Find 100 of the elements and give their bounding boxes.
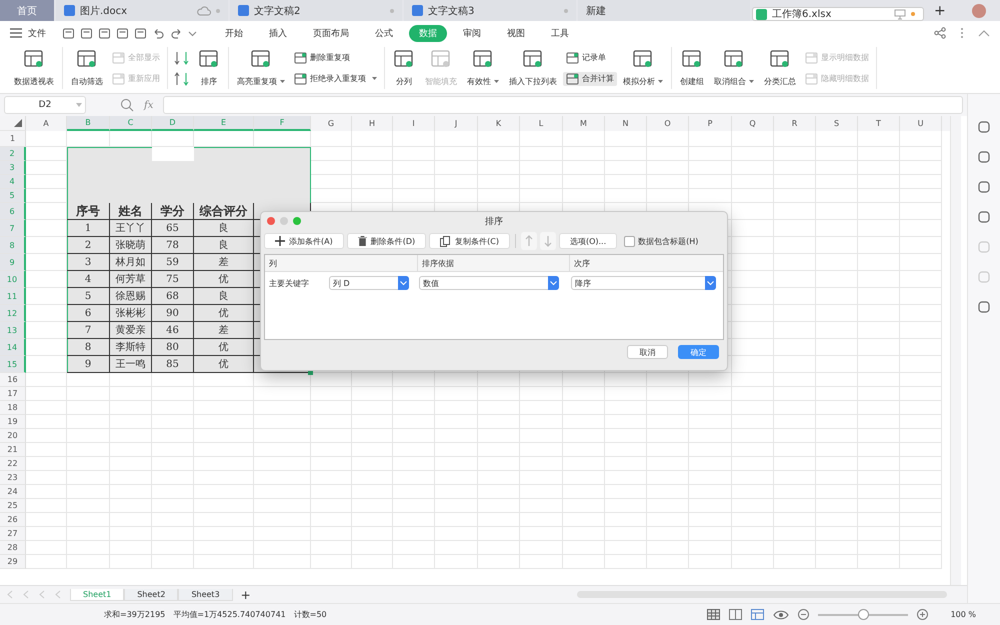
row-header[interactable]: 27 (0, 527, 26, 541)
row-header[interactable]: 20 (0, 429, 26, 443)
column-header[interactable]: H (352, 116, 393, 131)
table-cell: 张晓萌 (110, 237, 152, 254)
zoom-level: 100 % (950, 610, 976, 619)
ribbon-button[interactable]: 高亮重复项 (233, 47, 289, 89)
ribbon-button[interactable]: 自动筛选 (67, 47, 107, 89)
toolbar-button[interactable]: 添加条件(A) (264, 233, 344, 249)
table-cell: 46 (152, 322, 194, 339)
table-cell: 优 (194, 356, 254, 373)
options-button[interactable]: 选项(O)... (558, 233, 618, 249)
order-dropdown[interactable]: 降序 (571, 276, 716, 290)
ribbon-button[interactable]: 合并计算 (563, 72, 617, 86)
column-header[interactable]: S (816, 116, 858, 131)
toolbar-button[interactable]: 复制条件(C) (429, 233, 510, 249)
cancel-button[interactable]: 取消 (627, 345, 668, 359)
ribbon-button[interactable]: 记录单 (563, 50, 617, 64)
table-cell: 85 (152, 356, 194, 373)
document-tab[interactable]: 文字文稿3 (404, 0, 576, 21)
column-header: 排序依据 (418, 255, 570, 271)
dialog-title: 排序 (485, 216, 503, 228)
ribbon-tab[interactable]: 审阅 (453, 24, 491, 42)
table-cell: 65 (152, 220, 194, 237)
toolbar-button[interactable]: 删除条件(D) (346, 233, 426, 249)
table-cell: 张彬彬 (110, 305, 152, 322)
document-tab[interactable]: 图片.docx (56, 0, 228, 21)
table-cell: 68 (152, 288, 194, 305)
row-header[interactable]: 24 (0, 485, 26, 499)
sheet-tab[interactable]: Sheet2 (124, 588, 178, 600)
table-cell: 李斯特 (110, 339, 152, 356)
ribbon-tab[interactable]: 页面布局 (303, 24, 359, 42)
column-header[interactable]: M (563, 116, 605, 131)
row-header[interactable]: 21 (0, 443, 26, 457)
document-tab[interactable]: 文字文稿2 (230, 0, 402, 21)
ribbon-button[interactable]: 取消组合 (710, 47, 758, 89)
column-header[interactable]: O (647, 116, 689, 131)
table-cell: 9 (67, 356, 110, 373)
row-header[interactable]: 28 (0, 541, 26, 555)
column-header[interactable]: U (900, 116, 942, 131)
table-cell: 黄爱亲 (110, 322, 152, 339)
table-cell: 7 (67, 322, 110, 339)
table-cell: 78 (152, 237, 194, 254)
table-cell: 良 (194, 220, 254, 237)
ribbon-button[interactable]: 数据透视表 (10, 47, 58, 89)
table-cell: 序号 (67, 203, 110, 220)
basis-dropdown[interactable]: 数值 (419, 276, 559, 290)
new-tab-button[interactable]: + (926, 2, 954, 18)
column-header[interactable]: I (393, 116, 435, 131)
ribbon-button[interactable]: 删除重复项 (291, 50, 380, 64)
row-header[interactable]: 16 (0, 373, 26, 387)
table-cell: 8 (67, 339, 110, 356)
row-header[interactable]: 22 (0, 457, 26, 471)
column-dropdown[interactable]: 列 D (329, 276, 409, 290)
checkbox-label: 数据包含标题(H) (638, 236, 698, 246)
ribbon-button[interactable]: 有效性 (463, 47, 503, 89)
ribbon-tab[interactable]: 开始 (215, 24, 253, 42)
name-box[interactable]: D2 (4, 96, 86, 114)
table-cell: 优 (194, 305, 254, 322)
ribbon-button[interactable]: 创建组 (676, 47, 708, 89)
table-cell: 75 (152, 271, 194, 288)
row-header[interactable]: 19 (0, 415, 26, 429)
column-header[interactable]: L (520, 116, 563, 131)
ribbon-button[interactable]: 分列 (389, 47, 419, 89)
table-cell: 徐恩赐 (110, 288, 152, 305)
ribbon-button[interactable]: 插入下拉列表 (505, 47, 561, 89)
column-header[interactable]: T (858, 116, 900, 131)
column-header[interactable]: P (689, 116, 732, 131)
table-cell: 差 (194, 322, 254, 339)
ribbon-tab[interactable]: 视图 (497, 24, 535, 42)
ribbon-tab[interactable]: 公式 (365, 24, 403, 42)
row-header[interactable]: 26 (0, 513, 26, 527)
sheet-tab[interactable]: Sheet3 (178, 588, 233, 600)
row-header[interactable]: 17 (0, 387, 26, 401)
ribbon-button[interactable]: 模拟分析 (619, 47, 667, 89)
status-text: 计数=50 (294, 609, 327, 620)
ribbon-tab[interactable]: 插入 (259, 24, 297, 42)
ribbon-button[interactable]: 分类汇总 (760, 47, 800, 89)
table-cell: 差 (194, 254, 254, 271)
row-header[interactable]: 18 (0, 401, 26, 415)
column-header: 列 (265, 255, 418, 271)
column-header[interactable]: K (478, 116, 520, 131)
table-cell: 综合评分 (194, 203, 254, 220)
row-header[interactable]: 29 (0, 555, 26, 569)
column-header[interactable]: J (435, 116, 478, 131)
add-sheet-button[interactable]: + (232, 588, 259, 602)
ribbon-tab[interactable]: 工具 (541, 24, 579, 42)
column-header[interactable]: N (605, 116, 647, 131)
status-text: 平均值=1万4525.740740741 (173, 609, 286, 620)
column-header[interactable]: G (311, 116, 352, 131)
column-header[interactable]: Q (732, 116, 774, 131)
ribbon-button[interactable]: 拒绝录入重复项 (291, 72, 380, 86)
row-header[interactable]: 1 (0, 131, 26, 147)
column-header[interactable]: R (774, 116, 816, 131)
table-cell: 何芳草 (110, 271, 152, 288)
row-header[interactable]: 25 (0, 499, 26, 513)
document-tab[interactable]: 新建 (578, 0, 750, 21)
ribbon-button[interactable]: 排序 (194, 47, 224, 89)
file-menu[interactable]: 文件 (28, 26, 46, 40)
document-tab[interactable]: 工作簿6.xlsx (752, 7, 924, 21)
row-header[interactable]: 23 (0, 471, 26, 485)
